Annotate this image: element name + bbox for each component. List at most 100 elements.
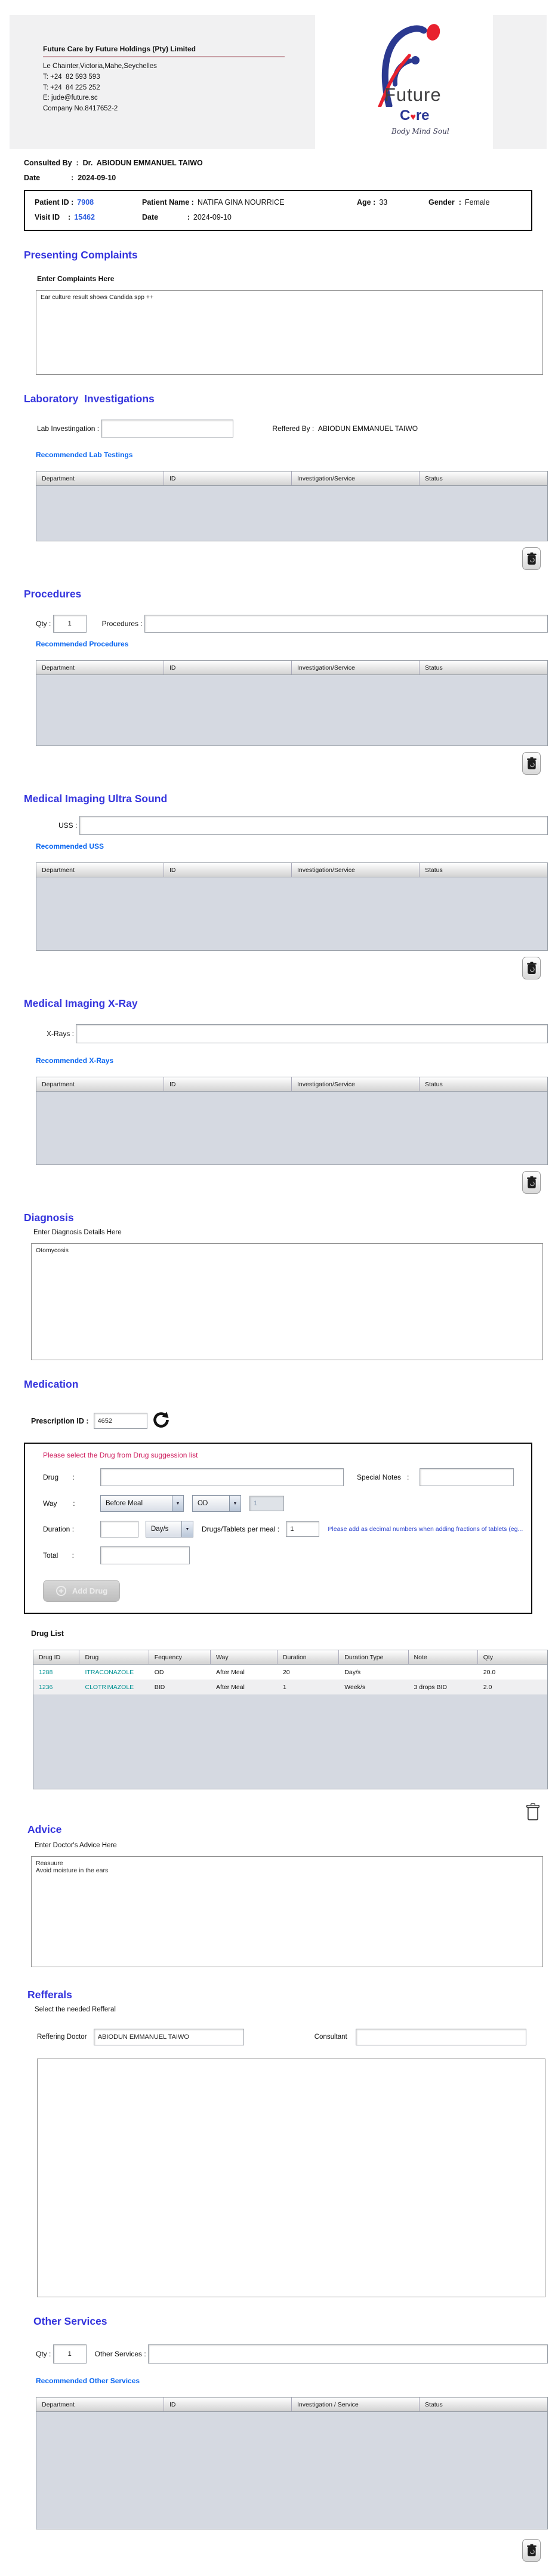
drug-list-header: Drug ID Drug Fequency Way Duration Durat… (33, 1650, 547, 1665)
consultant-input[interactable] (355, 2029, 526, 2045)
xray-col-service[interactable]: Investigation/Service (292, 1077, 420, 1091)
procedures-col-department[interactable]: Department (36, 661, 164, 674)
drug-name-cell: CLOTRIMAZOLE (85, 1683, 134, 1691)
procedures-qty-input[interactable] (53, 615, 87, 633)
patient-info-row-1: Patient ID :7908 Patient Name : NATIFA GI… (35, 198, 522, 207)
prescription-id-input[interactable] (93, 1413, 147, 1429)
other-services-input[interactable] (148, 2344, 548, 2364)
drug-col-drug[interactable]: Drug (79, 1650, 149, 1664)
drug-label: Drug : (43, 1473, 75, 1481)
drug-note-cell: 3 drops BID (414, 1683, 447, 1691)
xray-input[interactable] (76, 1024, 548, 1043)
drug-col-duration-type[interactable]: Duration Type (339, 1650, 409, 1664)
frequency-select[interactable]: OD ▼ (192, 1495, 241, 1512)
reffering-doctor-input[interactable] (93, 2029, 244, 2045)
meal-timing-select[interactable]: Before Meal ▼ (100, 1495, 184, 1512)
xray-table-body (36, 1092, 547, 1164)
other-col-department[interactable]: Department (36, 2398, 164, 2411)
xray-col-id[interactable]: ID (164, 1077, 292, 1091)
visit-date-value: 2024-09-10 (193, 213, 232, 221)
lab-col-status[interactable]: Status (420, 472, 547, 485)
special-notes-input[interactable] (420, 1468, 514, 1486)
chevron-down-icon: ▼ (172, 1496, 183, 1511)
other-col-service[interactable]: Investigation / Service (292, 2398, 420, 2411)
drug-col-qty[interactable]: Qty (478, 1650, 547, 1664)
patient-info-row-2: Visit ID :15462 Date :2024-09-10 (35, 213, 522, 221)
trash-outline-icon (526, 1803, 540, 1820)
lab-investigation-input[interactable] (101, 420, 234, 437)
other-services-qty-label: Qty : (36, 2350, 53, 2358)
add-drug-button[interactable]: Add Drug (43, 1580, 121, 1602)
complaints-sublabel: Enter Complaints Here (37, 275, 115, 283)
procedures-col-id[interactable]: ID (164, 661, 292, 674)
procedures-input[interactable] (144, 615, 548, 633)
duration-input[interactable] (100, 1521, 138, 1537)
drug-table-row[interactable]: 1288 ITRACONAZOLE OD After Meal 20 Day/s… (33, 1665, 547, 1680)
diagnosis-textarea[interactable]: Otomycosis (31, 1243, 543, 1360)
other-col-id[interactable]: ID (164, 2398, 292, 2411)
consultation-form-page: Future Care by Future Holdings (Pty) Lim… (0, 0, 555, 2576)
drug-way-cell: After Meal (216, 1668, 245, 1676)
drug-table-row[interactable]: 1236 CLOTRIMAZOLE BID After Meal 1 Week/… (33, 1680, 547, 1694)
procedures-col-status[interactable]: Status (420, 661, 547, 674)
procedures-qty-label: Qty : (36, 620, 53, 628)
xray-table: Department ID Investigation/Service Stat… (36, 1077, 548, 1165)
drug-col-way[interactable]: Way (211, 1650, 278, 1664)
drug-col-frequency[interactable]: Fequency (149, 1650, 211, 1664)
consulted-by-line: Consulted By : Dr. ABIODUN EMMANUEL TAIW… (24, 159, 555, 167)
lab-col-id[interactable]: ID (164, 472, 292, 485)
xray-delete-button[interactable] (522, 1171, 541, 1194)
other-services-qty-input[interactable] (53, 2344, 87, 2364)
drug-input[interactable] (100, 1468, 344, 1486)
total-input[interactable] (100, 1546, 190, 1564)
refferals-list-box[interactable] (37, 2059, 545, 2297)
duration-unit-select[interactable]: Day/s ▼ (146, 1521, 193, 1537)
xray-col-department[interactable]: Department (36, 1077, 164, 1091)
advice-delete-button[interactable] (525, 1802, 541, 1823)
section-title-diagnosis: Diagnosis (24, 1212, 74, 1224)
advice-textarea[interactable]: Reasuure Avoid moisture in the ears (31, 1856, 543, 1967)
lab-col-service[interactable]: Investigation/Service (292, 472, 420, 485)
logo-wordmark-care: C♥re (400, 107, 430, 124)
patient-info-box: Patient ID :7908 Patient Name : NATIFA GI… (24, 190, 532, 231)
uss-col-status[interactable]: Status (420, 863, 547, 877)
gender-label: Gender : (428, 198, 461, 207)
drug-col-note[interactable]: Note (409, 1650, 478, 1664)
other-services-delete-button[interactable] (522, 2539, 541, 2562)
drug-col-duration[interactable]: Duration (278, 1650, 340, 1664)
uss-col-id[interactable]: ID (164, 863, 292, 877)
age-value: 33 (379, 198, 388, 207)
section-title-other-services: Other Services (33, 2315, 107, 2327)
drug-col-id[interactable]: Drug ID (33, 1650, 80, 1664)
lab-col-department[interactable]: Department (36, 472, 164, 485)
consulted-by-label: Consulted By : (24, 159, 79, 167)
drug-list-table: Drug ID Drug Fequency Way Duration Durat… (33, 1650, 548, 1789)
per-meal-input[interactable] (286, 1521, 320, 1537)
trash-icon (526, 757, 536, 769)
lab-delete-button[interactable] (522, 547, 541, 570)
drug-qty-cell: 20.0 (483, 1668, 496, 1676)
duration-label: Duration : (43, 1525, 75, 1533)
refresh-icon (153, 1412, 169, 1428)
complaints-textarea[interactable]: Ear culture result shows Candida spp ++ (36, 290, 543, 375)
uss-delete-button[interactable] (522, 957, 541, 979)
drug-duration-type-cell: Day/s (344, 1668, 361, 1676)
procedures-col-service[interactable]: Investigation/Service (292, 661, 420, 674)
section-title-refferals: Refferals (27, 1989, 72, 2001)
patient-name-value: NATIFA GINA NOURRICE (197, 198, 285, 207)
uss-table-body (36, 877, 547, 950)
drug-qty-cell: 2.0 (483, 1683, 492, 1691)
company-phone-1: T: +24 82 593 593 (43, 73, 100, 81)
patient-name-label: Patient Name : (142, 198, 194, 207)
other-col-status[interactable]: Status (420, 2398, 547, 2411)
procedures-delete-button[interactable] (522, 752, 541, 775)
uss-input[interactable] (79, 816, 548, 835)
drug-duration-type-cell: Week/s (344, 1683, 366, 1691)
lab-table-header: Department ID Investigation/Service Stat… (36, 472, 547, 486)
xray-col-status[interactable]: Status (420, 1077, 547, 1091)
refresh-prescription-button[interactable] (152, 1411, 170, 1431)
trash-icon (526, 1176, 536, 1188)
uss-col-department[interactable]: Department (36, 863, 164, 877)
xray-table-header: Department ID Investigation/Service Stat… (36, 1077, 547, 1092)
uss-col-service[interactable]: Investigation/Service (292, 863, 420, 877)
